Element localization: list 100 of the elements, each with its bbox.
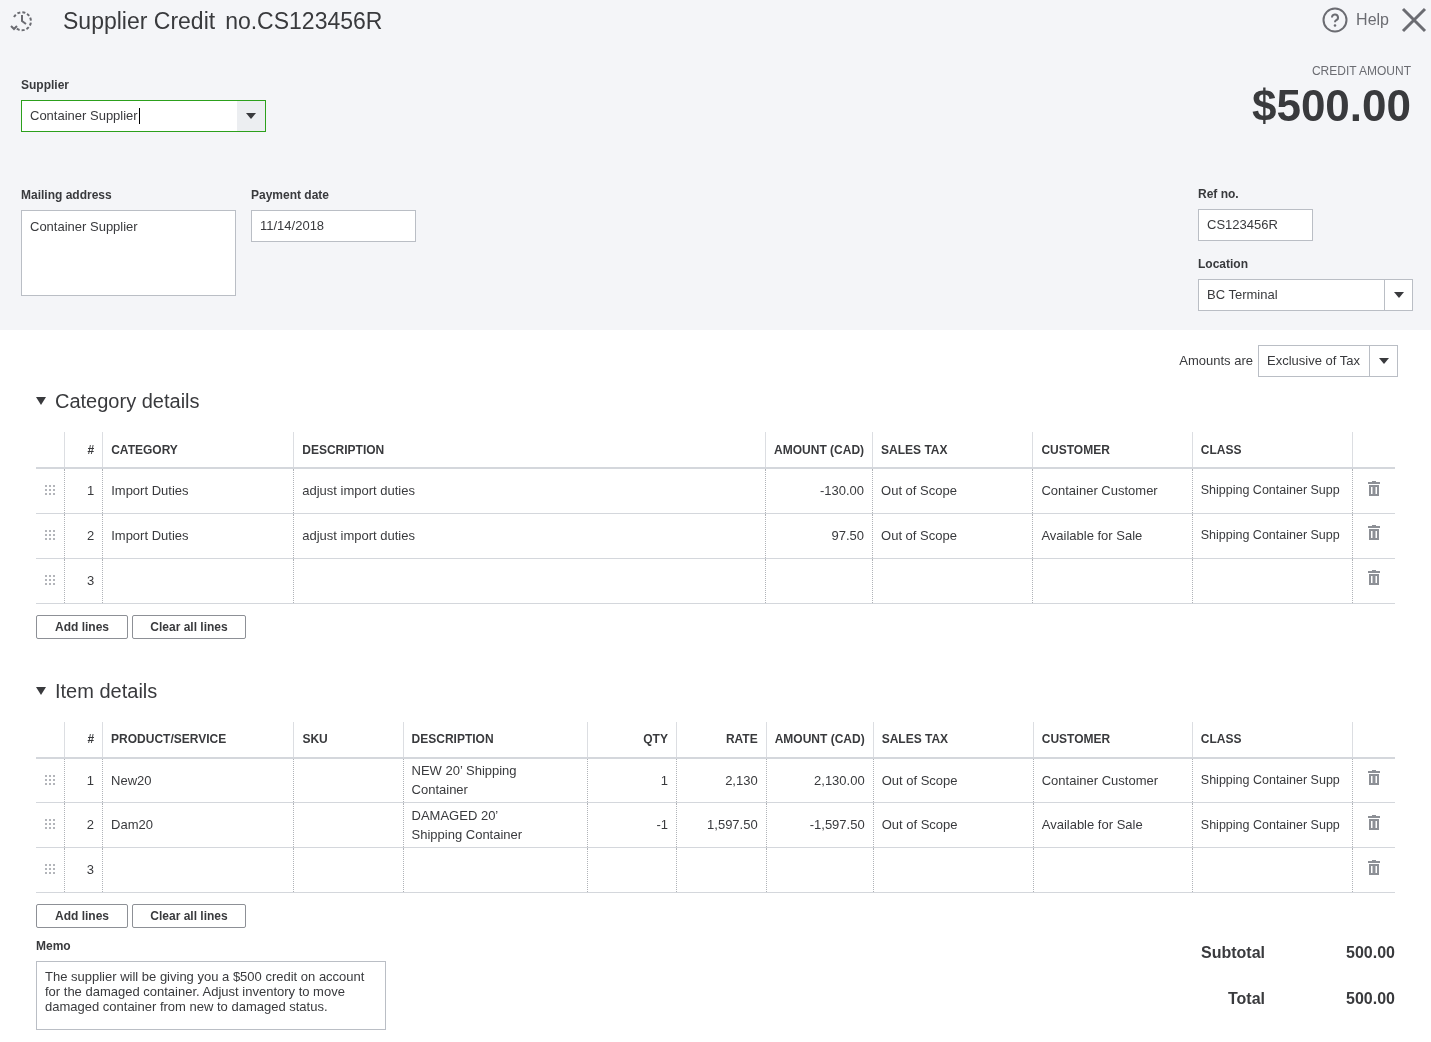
column-header: SALES TAX <box>881 442 948 457</box>
memo-field[interactable]: The supplier will be giving you a $500 credit on account for the damaged container. Adjust inventory to move damaged container from new to damaged status. <box>36 961 386 1030</box>
table-cell: 2,130 <box>725 772 758 788</box>
help-button[interactable]: Help <box>1322 7 1389 33</box>
form-title: Supplier Credit <box>63 6 216 36</box>
table-cell: adjust import duties <box>302 483 415 498</box>
trash-icon[interactable] <box>1367 770 1380 785</box>
mailing-address-field[interactable]: Container Supplier <box>21 210 236 296</box>
table-cell: Out of Scope <box>881 817 958 833</box>
column-header: # <box>87 442 95 457</box>
drag-handle-icon[interactable] <box>45 864 56 875</box>
table-cell: -130.00 <box>819 483 865 498</box>
total-value: 500.00 <box>1345 943 1395 963</box>
column-header: CLASS <box>1200 442 1242 457</box>
column-header: QTY <box>643 732 668 746</box>
trash-icon[interactable] <box>1367 480 1380 496</box>
table-cell: Shipping Container Supp <box>1200 483 1340 498</box>
line-number: 1 <box>86 772 95 788</box>
table-cell: 1 <box>660 772 668 788</box>
trash-icon[interactable] <box>1367 814 1380 830</box>
drag-handle-icon[interactable] <box>45 485 56 495</box>
table-cell: 1,597.50 <box>707 817 758 833</box>
section-title: Item details <box>55 678 158 704</box>
column-header: PRODUCT/SERVICE <box>111 732 227 746</box>
close-icon[interactable] <box>1401 7 1427 33</box>
total-value: 500.00 <box>1345 989 1395 1009</box>
field-label: Memo <box>36 938 72 955</box>
table-cell: Out of Scope <box>881 483 957 498</box>
drag-handle-icon[interactable] <box>45 774 56 785</box>
column-header: AMOUNT (CAD) <box>774 732 865 746</box>
collapse-triangle-icon[interactable] <box>36 397 46 405</box>
table-cell: -1 <box>656 817 668 833</box>
caret-icon <box>1378 358 1389 364</box>
ref-number-field[interactable]: CS123456R <box>1198 209 1313 241</box>
drag-handle-icon[interactable] <box>45 529 56 540</box>
credit-number: no.CS123456R <box>225 6 383 36</box>
column-header: RATE <box>725 732 758 746</box>
trash-icon[interactable] <box>1367 859 1380 875</box>
trash-icon[interactable] <box>1367 570 1380 586</box>
help-icon <box>1322 7 1349 33</box>
clear-lines-button[interactable]: Clear all lines <box>132 904 246 928</box>
amounts-are-label: Amounts are <box>1179 352 1253 371</box>
column-header: SALES TAX <box>881 732 949 746</box>
tax-mode-dropdown[interactable]: Exclusive of Tax <box>1258 345 1398 377</box>
collapse-triangle-icon[interactable] <box>36 686 46 695</box>
table-cell-text: DAMAGED 20’ Shipping Container <box>411 806 524 844</box>
total-label: Subtotal <box>1200 943 1265 963</box>
line-number: 3 <box>86 862 95 878</box>
caret-icon <box>246 113 256 119</box>
table-cell: New20 <box>111 772 152 788</box>
table-cell: Import Duties <box>111 483 189 498</box>
table-cell: 97.50 <box>831 527 865 543</box>
table-cell: Out of Scope <box>881 527 957 543</box>
table-cell: Container Customer <box>1041 772 1159 788</box>
table-cell: Shipping Container Supp <box>1200 528 1340 542</box>
table-cell: 2,130.00 <box>814 772 865 788</box>
column-header: AMOUNT (CAD) <box>774 442 865 457</box>
payment-date-field[interactable]: 11/14/2018 <box>251 210 416 242</box>
table-cell: Available for Sale <box>1041 817 1143 833</box>
location-dropdown[interactable]: BC Terminal <box>1198 279 1413 311</box>
table-cell: Shipping Container Supp <box>1200 772 1340 787</box>
drag-handle-icon[interactable] <box>45 819 56 830</box>
table-cell: Import Duties <box>111 527 189 543</box>
history-clock-icon[interactable] <box>9 8 35 34</box>
table-cell: Container Customer <box>1041 483 1158 498</box>
column-header: SKU <box>302 732 328 746</box>
drag-handle-icon[interactable] <box>45 574 56 585</box>
column-header: # <box>87 732 95 746</box>
clear-lines-button[interactable]: Clear all lines <box>132 614 246 639</box>
table-cell: adjust import duties <box>302 527 415 543</box>
table-cell-text: NEW 20’ Shipping Container <box>411 762 518 799</box>
total-label: Total <box>1226 989 1265 1009</box>
field-label: Location <box>1198 256 1249 273</box>
add-lines-button[interactable]: Add lines <box>36 904 128 928</box>
column-header: CATEGORY <box>111 442 178 457</box>
column-header: CUSTOMER <box>1041 442 1110 457</box>
line-number: 2 <box>86 527 95 543</box>
field-label: Ref no. <box>1198 186 1240 203</box>
section-title: Category details <box>55 389 200 414</box>
trash-icon[interactable] <box>1367 525 1380 541</box>
column-header: DESCRIPTION <box>411 732 494 746</box>
field-label: Mailing address <box>21 187 113 204</box>
table-cell: Available for Sale <box>1041 527 1143 543</box>
column-header: CLASS <box>1200 732 1242 746</box>
field-label: Payment date <box>251 187 331 204</box>
table-cell: Dam20 <box>111 817 153 833</box>
line-number: 1 <box>86 483 95 498</box>
caret-icon <box>1393 292 1404 298</box>
add-lines-button[interactable]: Add lines <box>36 614 128 639</box>
line-number: 3 <box>86 572 95 588</box>
table-cell: -1,597.50 <box>809 817 865 833</box>
credit-amount: $500.00 <box>1251 80 1411 132</box>
column-header: CUSTOMER <box>1041 732 1111 746</box>
field-label: Supplier <box>21 77 70 94</box>
line-number: 2 <box>86 817 95 833</box>
table-cell: Shipping Container Supp <box>1200 817 1340 832</box>
table-cell: Out of Scope <box>881 772 958 788</box>
credit-amount-label: CREDIT AMOUNT <box>1311 63 1411 80</box>
supplier-dropdown[interactable]: Container Supplier <box>21 100 266 132</box>
column-header: DESCRIPTION <box>302 442 385 457</box>
